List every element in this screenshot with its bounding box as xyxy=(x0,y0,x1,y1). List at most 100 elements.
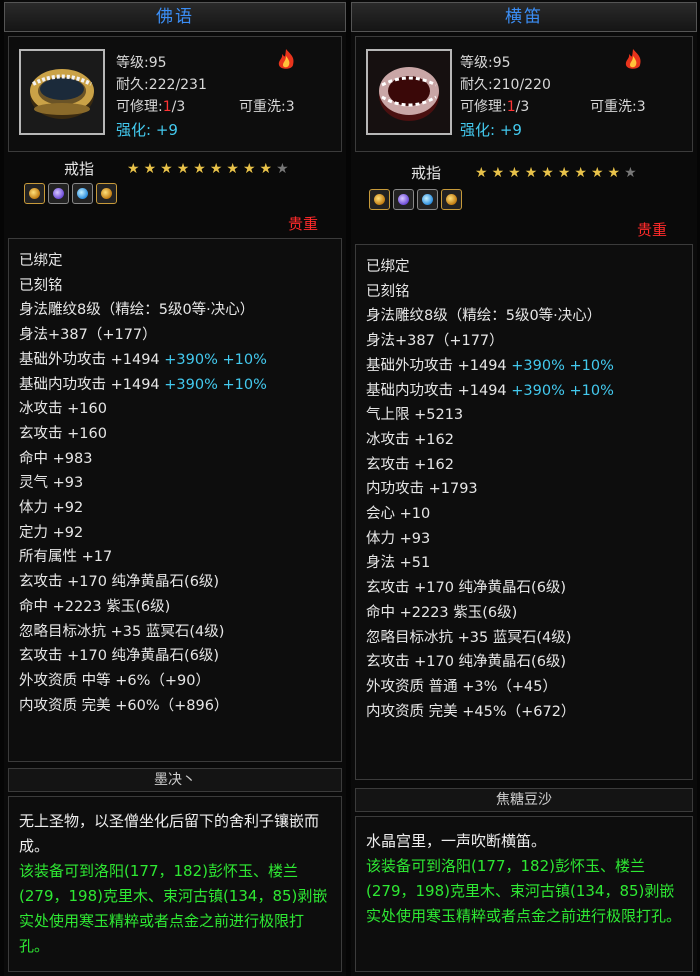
gem-stat-line: 玄攻击 +170 纯净黄晶石(6级) xyxy=(19,648,220,665)
stat-line: 身法 +51 xyxy=(366,555,431,572)
star-filled-icon: ★ xyxy=(590,165,604,181)
int-attack-line: 基础内功攻击 +1494 +390% +10% xyxy=(19,376,267,393)
flavor-text: 水晶宫里，一声吹断横笛。 xyxy=(366,832,547,850)
repair-text: 可修理:1/3 xyxy=(116,99,186,115)
attribute-list: 已绑定 已刻铭 身法雕纹8级（精绘：5级0等·决心） 身法+387（+177） … xyxy=(8,238,342,762)
quality-line: 内攻资质 完美 +60%（+896） xyxy=(19,697,229,714)
stat-line: 玄攻击 +160 xyxy=(19,425,107,442)
gold-gem-icon[interactable] xyxy=(96,183,117,204)
stat-line: 冰攻击 +160 xyxy=(19,401,107,418)
flame-icon xyxy=(278,49,294,69)
rewash-text: 可重洗:3 xyxy=(590,99,646,115)
sblue-gem-icon[interactable] xyxy=(72,183,93,204)
rarity-label: 贵重 xyxy=(637,221,668,239)
star-filled-icon: ★ xyxy=(541,165,554,181)
star-filled-icon: ★ xyxy=(508,165,521,181)
star-filled-icon: ★ xyxy=(209,161,223,177)
star-filled-icon: ★ xyxy=(176,161,190,177)
quality-line: 内攻资质 完美 +45%（+672） xyxy=(366,703,576,720)
agility-line: 身法+387（+177） xyxy=(366,333,504,350)
agility-line: 身法+387（+177） xyxy=(19,327,157,344)
flavor-text: 无上圣物，以圣僧坐化后留下的舍利子镶嵌而成。 xyxy=(19,812,320,855)
attribute-list: 已绑定 已刻铭 身法雕纹8级（精绘：5级0等·决心） 身法+387（+177） … xyxy=(355,244,693,780)
gem-stat-line: 忽略目标冰抗 +35 蓝冥石(4级) xyxy=(19,623,225,640)
stat-line: 会心 +10 xyxy=(366,506,431,523)
sblue-gem-icon[interactable] xyxy=(417,189,438,210)
bound-text: 已绑定 xyxy=(366,259,410,275)
gem-sockets xyxy=(369,189,462,210)
int-attack-line: 基础内功攻击 +1494 +390% +10% xyxy=(366,382,614,399)
stat-line: 灵气 +93 xyxy=(19,475,84,492)
level-text: 等级:95 xyxy=(460,55,511,71)
purple-gem-icon[interactable] xyxy=(393,189,414,210)
item-title: 横笛 xyxy=(351,2,697,32)
description-box: 无上圣物，以圣僧坐化后留下的舍利子镶嵌而成。 该装备可到洛阳(177，182)彭… xyxy=(8,796,342,972)
ring-icon[interactable] xyxy=(366,49,452,135)
star-filled-icon: ★ xyxy=(557,165,571,181)
stat-line: 气上限 +5213 xyxy=(366,407,464,424)
engrave-line: 身法雕纹8级（精绘：5级0等·决心） xyxy=(19,302,255,319)
star-filled-icon: ★ xyxy=(491,165,505,181)
enhance-text: 强化: +9 xyxy=(116,121,178,139)
star-filled-icon: ★ xyxy=(242,161,256,177)
quality-line: 外攻资质 中等 +6%（+90） xyxy=(19,672,210,689)
stat-line: 定力 +92 xyxy=(19,524,84,541)
ext-attack-line: 基础外功攻击 +1494 +390% +10% xyxy=(366,357,614,374)
stat-line: 玄攻击 +162 xyxy=(366,456,454,473)
durability-text: 耐久:210/220 xyxy=(460,77,551,93)
ext-attack-line: 基础外功攻击 +1494 +390% +10% xyxy=(19,351,267,368)
crafter-name: 墨决丶 xyxy=(8,768,342,792)
crafter-name: 焦糖豆沙 xyxy=(355,788,693,812)
star-empty-icon: ★ xyxy=(276,161,289,177)
star-filled-icon: ★ xyxy=(475,165,488,181)
stat-line: 体力 +92 xyxy=(19,500,84,517)
stat-line: 所有属性 +17 xyxy=(19,549,113,566)
item-type: 戒指 xyxy=(411,164,442,182)
flame-icon xyxy=(625,49,641,69)
star-filled-icon: ★ xyxy=(226,161,239,177)
gem-stat-line: 玄攻击 +170 纯净黄晶石(6级) xyxy=(19,574,220,591)
level-text: 等级:95 xyxy=(116,55,167,71)
item-tooltip-right: 横笛 等级:95 耐久:210/220 可修理:1/3 可重洗:3 强化: +9… xyxy=(351,0,697,976)
gold-gem-icon[interactable] xyxy=(369,189,390,210)
star-filled-icon: ★ xyxy=(143,161,157,177)
rewash-text: 可重洗:3 xyxy=(239,99,295,115)
gem-stat-line: 忽略目标冰抗 +35 蓝冥石(4级) xyxy=(366,629,572,646)
gem-sockets xyxy=(24,183,117,204)
rarity-label: 贵重 xyxy=(288,215,319,233)
stat-line: 内功攻击 +1793 xyxy=(366,481,478,498)
socket-hint-text: 该装备可到洛阳(177，182)彭怀玉、楼兰(279，198)克里木、束河古镇(… xyxy=(19,862,328,955)
item-header: 等级:95 耐久:210/220 可修理:1/3 可重洗:3 强化: +9 xyxy=(355,36,693,152)
star-filled-icon: ★ xyxy=(259,161,273,177)
description-box: 水晶宫里，一声吹断横笛。 该装备可到洛阳(177，182)彭怀玉、楼兰(279，… xyxy=(355,816,693,972)
star-filled-icon: ★ xyxy=(127,161,140,177)
item-title: 佛语 xyxy=(4,2,346,32)
repair-text: 可修理:1/3 xyxy=(460,99,530,115)
enhance-text: 强化: +9 xyxy=(460,121,522,139)
purple-gem-icon[interactable] xyxy=(48,183,69,204)
stat-line: 命中 +983 xyxy=(19,450,93,467)
bound-text: 已绑定 xyxy=(19,253,63,269)
star-filled-icon: ★ xyxy=(607,165,621,181)
gold-gem-icon[interactable] xyxy=(441,189,462,210)
gem-stat-line: 玄攻击 +170 纯净黄晶石(6级) xyxy=(366,654,567,671)
ring-icon[interactable] xyxy=(19,49,105,135)
item-type: 戒指 xyxy=(64,160,95,178)
stat-line: 冰攻击 +162 xyxy=(366,431,454,448)
engrave-line: 身法雕纹8级（精绘：5级0等·决心） xyxy=(366,308,602,325)
gold-gem-icon[interactable] xyxy=(24,183,45,204)
star-rating: ★ ★ ★ ★ ★ ★ ★ ★ ★ ★ xyxy=(127,162,289,176)
engraved-text: 已刻铭 xyxy=(19,277,63,294)
socket-hint-text: 该装备可到洛阳(177，182)彭怀玉、楼兰(279，198)克里木、束河古镇(… xyxy=(366,857,682,925)
star-empty-icon: ★ xyxy=(624,165,637,181)
star-rating: ★ ★ ★ ★ ★ ★ ★ ★ ★ ★ xyxy=(475,166,637,180)
star-filled-icon: ★ xyxy=(574,165,587,181)
item-header: 等级:95 耐久:222/231 可修理:1/3 可重洗:3 强化: +9 xyxy=(8,36,342,152)
star-filled-icon: ★ xyxy=(524,165,538,181)
durability-text: 耐久:222/231 xyxy=(116,77,207,93)
star-filled-icon: ★ xyxy=(193,161,206,177)
star-filled-icon: ★ xyxy=(160,161,173,177)
gem-stat-line: 命中 +2223 紫玉(6级) xyxy=(19,598,171,615)
engraved-text: 已刻铭 xyxy=(366,283,410,300)
stat-line: 体力 +93 xyxy=(366,530,431,547)
